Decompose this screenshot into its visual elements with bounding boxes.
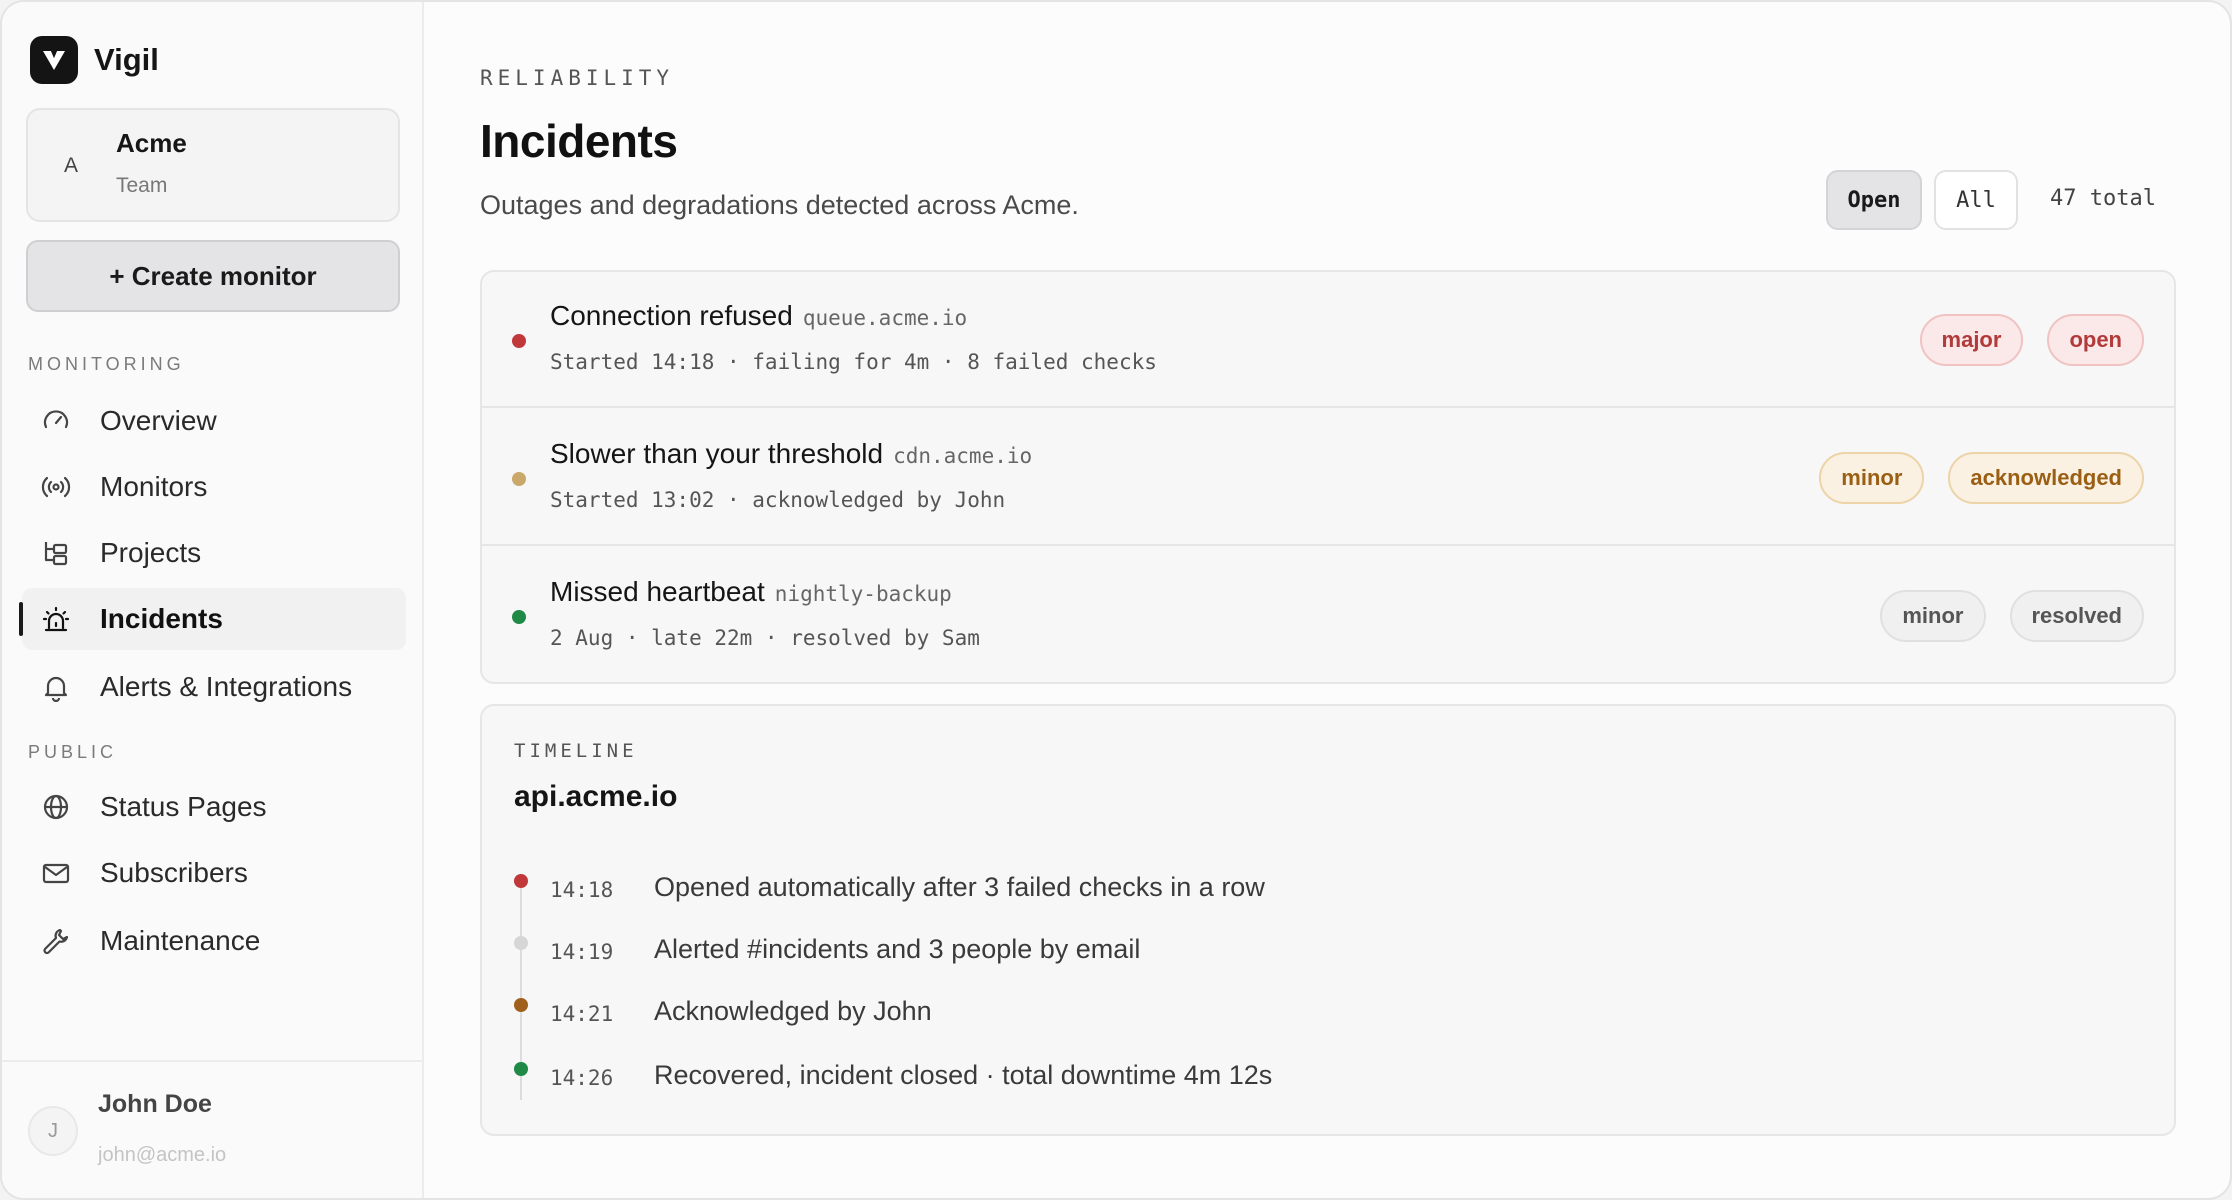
badge-group: major open [1919,314,2144,366]
page-title: Incidents [480,115,678,167]
incident-host: cdn.acme.io [893,444,1033,468]
timeline-time: 14:21 [550,1002,614,1026]
create-monitor-button[interactable]: + Create monitor [26,240,400,312]
app-window: Vigil A Acme Team + Create monitor MONIT… [0,0,2232,1200]
brand[interactable]: Vigil [30,36,159,84]
severity-badge: major [1919,314,2024,366]
globe-icon [40,791,72,823]
main-content: RELIABILITY Incidents Outages and degrad… [426,2,2230,1198]
vigil-logo-icon [30,36,78,84]
incident-title: Missed heartbeat [550,576,765,607]
wrench-icon [40,925,72,957]
status-badge: open [2047,314,2144,366]
incident-meta: Started 13:02 · acknowledged by John [550,488,1006,512]
sidebar-item-label: Overview [100,405,217,436]
badge-group: minor resolved [1880,590,2144,642]
sidebar-item-incidents[interactable]: Incidents [19,588,406,650]
status-dot [512,610,526,624]
sidebar-item-label: Incidents [100,603,223,634]
incident-meta: Started 14:18 · failing for 4m · 8 faile… [550,350,1157,374]
timeline-text: Recovered, incident closed · total downt… [654,1060,1273,1090]
sidebar-item-status-pages[interactable]: Status Pages [22,776,406,838]
incident-list: Connection refused queue.acme.io Started … [480,270,2176,684]
incident-title: Slower than your threshold [550,438,884,469]
incident-host: nightly-backup [774,582,952,606]
sidebar-item-subscribers[interactable]: Subscribers [22,842,406,904]
sidebar-item-label: Monitors [100,471,208,502]
status-badge: resolved [2009,590,2144,642]
mail-icon [40,857,72,889]
status-dot [512,334,526,348]
team-avatar: A [64,154,79,177]
timeline-text: Alerted #incidents and 3 people by email [654,934,1141,964]
sidebar-item-label: Maintenance [100,925,261,956]
user-email: john@acme.io [98,1144,227,1166]
timeline-text: Acknowledged by John [654,996,932,1026]
siren-icon [40,603,72,635]
sidebar-item-maintenance[interactable]: Maintenance [22,910,406,972]
timeline-dot [514,998,528,1012]
sidebar-item-alerts-integrations[interactable]: Alerts & Integrations [22,656,406,718]
timeline-panel: TIMELINE api.acme.io 14:18 Opened automa… [480,704,2176,1136]
status-badge: acknowledged [1948,452,2144,504]
timeline-dot [514,1062,528,1076]
sidebar-item-label: Alerts & Integrations [100,671,353,702]
brand-name: Vigil [94,42,159,77]
timeline-eyebrow: TIMELINE [514,740,638,762]
incident-row[interactable]: Slower than your threshold cdn.acme.io St… [482,410,2174,546]
section-label-public: PUBLIC [28,742,118,762]
timeline-time: 14:19 [550,940,614,964]
team-name: Acme [116,128,187,158]
total-count: 47 total [2050,186,2156,211]
timeline-event: 14:21 Acknowledged by John [482,992,2174,1032]
user-profile[interactable]: J John Doe john@acme.io [2,1060,422,1198]
section-label-monitoring: MONITORING [28,354,185,374]
incident-row[interactable]: Missed heartbeat nightly-backup 2 Aug · l… [482,548,2174,682]
status-dot [512,472,526,486]
timeline-dot [514,874,528,888]
broadcast-icon [40,471,72,503]
incident-title-line: Missed heartbeat nightly-backup [550,576,952,608]
sidebar: Vigil A Acme Team + Create monitor MONIT… [2,2,424,1198]
incident-title: Connection refused [550,300,793,331]
avatar: J [28,1106,78,1156]
timeline-title: api.acme.io [514,780,678,813]
sidebar-item-label: Subscribers [100,857,248,888]
severity-badge: minor [1819,452,1925,504]
filter-all-button[interactable]: All [1934,170,2018,230]
incident-host: queue.acme.io [802,306,968,330]
incident-title-line: Connection refused queue.acme.io [550,300,967,332]
sidebar-item-label: Status Pages [100,791,267,822]
incident-row[interactable]: Connection refused queue.acme.io Started … [482,272,2174,408]
gauge-icon [40,405,72,437]
page-subtitle: Outages and degradations detected across… [480,190,1079,220]
timeline-event: 14:19 Alerted #incidents and 3 people by… [482,930,2174,970]
sidebar-item-label: Projects [100,537,202,568]
incident-title-line: Slower than your threshold cdn.acme.io [550,438,1032,470]
team-role: Team [116,174,168,197]
timeline-time: 14:26 [550,1066,614,1090]
timeline-event: 14:26 Recovered, incident closed · total… [482,1056,2174,1096]
timeline-dot [514,936,528,950]
timeline-time: 14:18 [550,878,614,902]
filter-open-button[interactable]: Open [1826,170,1922,230]
severity-badge: minor [1880,590,1986,642]
team-switcher[interactable]: A Acme Team [26,108,400,222]
bell-icon [40,671,72,703]
timeline-event: 14:18 Opened automatically after 3 faile… [482,868,2174,908]
badge-group: minor acknowledged [1819,452,2144,504]
incident-meta: 2 Aug · late 22m · resolved by Sam [550,626,980,650]
sidebar-item-projects[interactable]: Projects [22,522,406,584]
folder-tree-icon [40,537,72,569]
user-name: John Doe [98,1090,212,1118]
sidebar-item-monitors[interactable]: Monitors [22,456,406,518]
page-eyebrow: RELIABILITY [480,66,675,90]
timeline-text: Opened automatically after 3 failed chec… [654,872,1265,902]
sidebar-item-overview[interactable]: Overview [22,390,406,452]
